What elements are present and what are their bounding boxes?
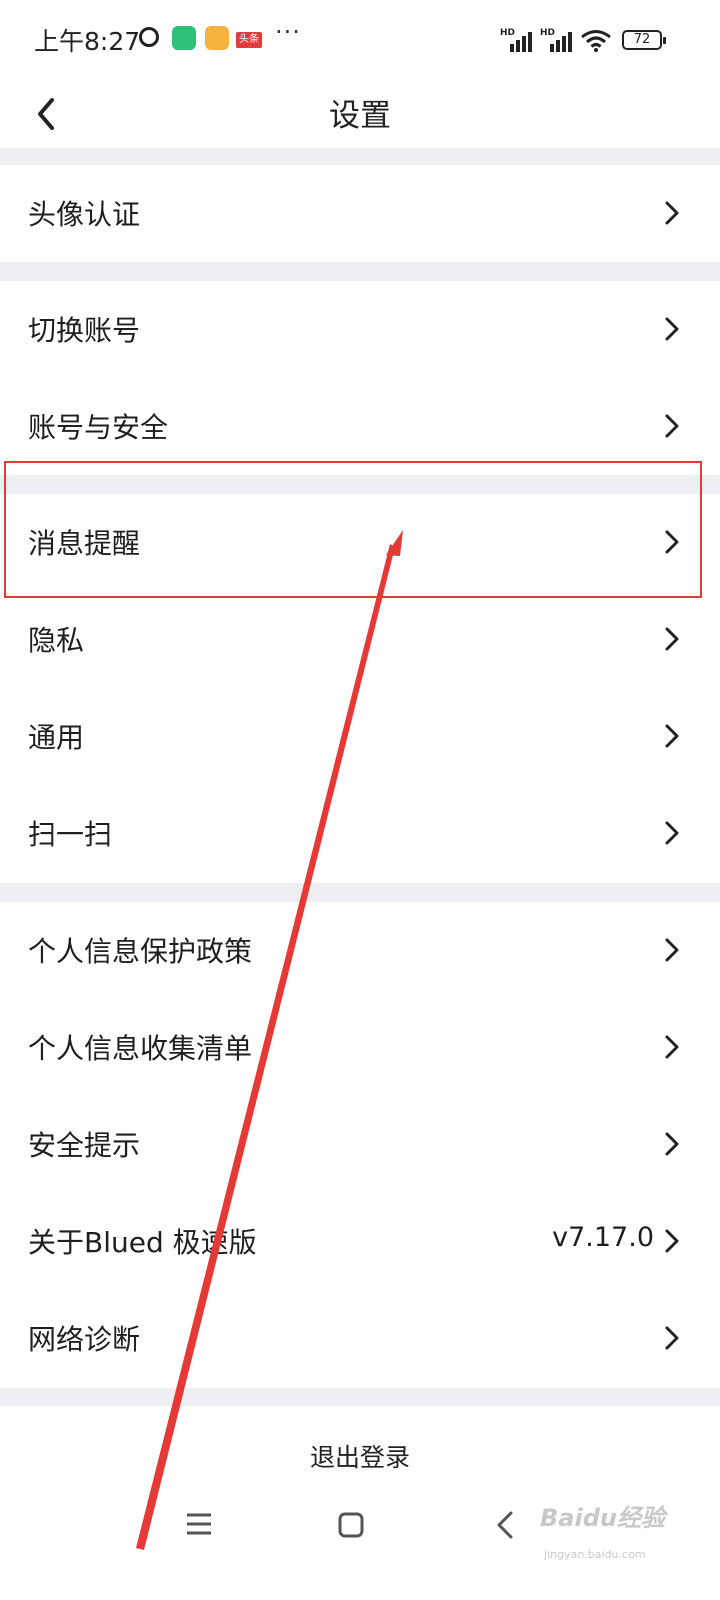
wifi-icon	[581, 30, 611, 52]
logout-label: 退出登录	[309, 1443, 410, 1472]
settings-item-avatar-verification[interactable]: 头像认证	[0, 165, 720, 262]
security-app-icon	[172, 26, 196, 50]
settings-item-label: 头像认证	[28, 198, 141, 231]
chevron-right-icon	[665, 317, 679, 341]
watermark-url: jingyan.baidu.com	[544, 1548, 646, 1561]
hd-label-2: HD	[540, 28, 556, 38]
system-navigation-bar: Baidu经验 jingyan.baidu.com	[0, 1500, 720, 1600]
battery-icon: 72	[622, 30, 666, 50]
settings-item-label: 网络诊断	[28, 1323, 141, 1356]
page-title: 设置	[329, 98, 391, 134]
settings-item-network-diagnosis[interactable]: 网络诊断	[0, 1290, 720, 1387]
settings-item-general[interactable]: 通用	[0, 688, 720, 785]
settings-item-privacy[interactable]: 隐私	[0, 591, 720, 688]
chevron-right-icon	[665, 1229, 679, 1253]
version-value: v7.17.0	[552, 1222, 654, 1253]
watermark-logo: Baidu经验	[540, 1504, 665, 1532]
settings-item-security-tips[interactable]: 安全提示	[0, 1096, 720, 1193]
settings-item-label: 安全提示	[28, 1129, 141, 1162]
chevron-right-icon	[665, 821, 679, 845]
settings-item-label: 账号与安全	[28, 411, 169, 444]
alarm-icon	[139, 27, 159, 47]
chevron-right-icon	[665, 1132, 679, 1156]
hd-label: HD	[500, 28, 516, 38]
settings-item-label: 切换账号	[28, 314, 141, 347]
notes-app-icon	[205, 26, 229, 50]
settings-item-label: 扫一扫	[28, 818, 113, 851]
chevron-right-icon	[665, 938, 679, 962]
logout-button[interactable]: 退出登录	[0, 1406, 720, 1504]
settings-item-info-collection-list[interactable]: 个人信息收集清单	[0, 999, 720, 1096]
more-notifications-icon: ···	[275, 18, 301, 46]
settings-item-message-notifications[interactable]: 消息提醒	[0, 494, 720, 591]
back-icon[interactable]	[495, 1510, 515, 1540]
chevron-right-icon	[665, 414, 679, 438]
settings-item-switch-account[interactable]: 切换账号	[0, 281, 720, 378]
chevron-right-icon	[665, 1035, 679, 1059]
section-divider	[0, 1388, 720, 1406]
section-divider	[0, 883, 720, 902]
settings-item-label: 消息提醒	[28, 527, 141, 560]
status-time: 上午8:27	[34, 27, 141, 56]
top-navigation-bar: 设置	[0, 80, 720, 148]
section-divider	[0, 262, 720, 281]
settings-item-label: 关于Blued 极速版	[28, 1226, 257, 1259]
settings-item-scan[interactable]: 扫一扫	[0, 785, 720, 882]
home-icon[interactable]	[338, 1512, 364, 1538]
settings-item-label: 通用	[28, 721, 85, 754]
battery-level: 72	[633, 32, 651, 47]
settings-item-label: 隐私	[28, 624, 85, 657]
status-bar: 上午8:27 头条 ··· HD HD 72	[0, 0, 720, 80]
signal-icon: HD	[500, 28, 534, 52]
chevron-right-icon	[665, 201, 679, 225]
section-divider	[0, 475, 720, 494]
settings-item-privacy-policy[interactable]: 个人信息保护政策	[0, 902, 720, 999]
menu-icon[interactable]	[186, 1512, 212, 1536]
chevron-right-icon	[665, 724, 679, 748]
chevron-right-icon	[665, 627, 679, 651]
signal-icon-2: HD	[540, 28, 574, 52]
settings-item-account-security[interactable]: 账号与安全	[0, 378, 720, 475]
chevron-right-icon	[665, 530, 679, 554]
settings-item-about[interactable]: 关于Blued 极速版 v7.17.0	[0, 1193, 720, 1290]
section-divider	[0, 148, 720, 165]
news-app-icon: 头条	[236, 32, 262, 48]
settings-item-label: 个人信息保护政策	[28, 935, 253, 968]
chevron-right-icon	[665, 1326, 679, 1350]
settings-item-label: 个人信息收集清单	[28, 1032, 253, 1065]
